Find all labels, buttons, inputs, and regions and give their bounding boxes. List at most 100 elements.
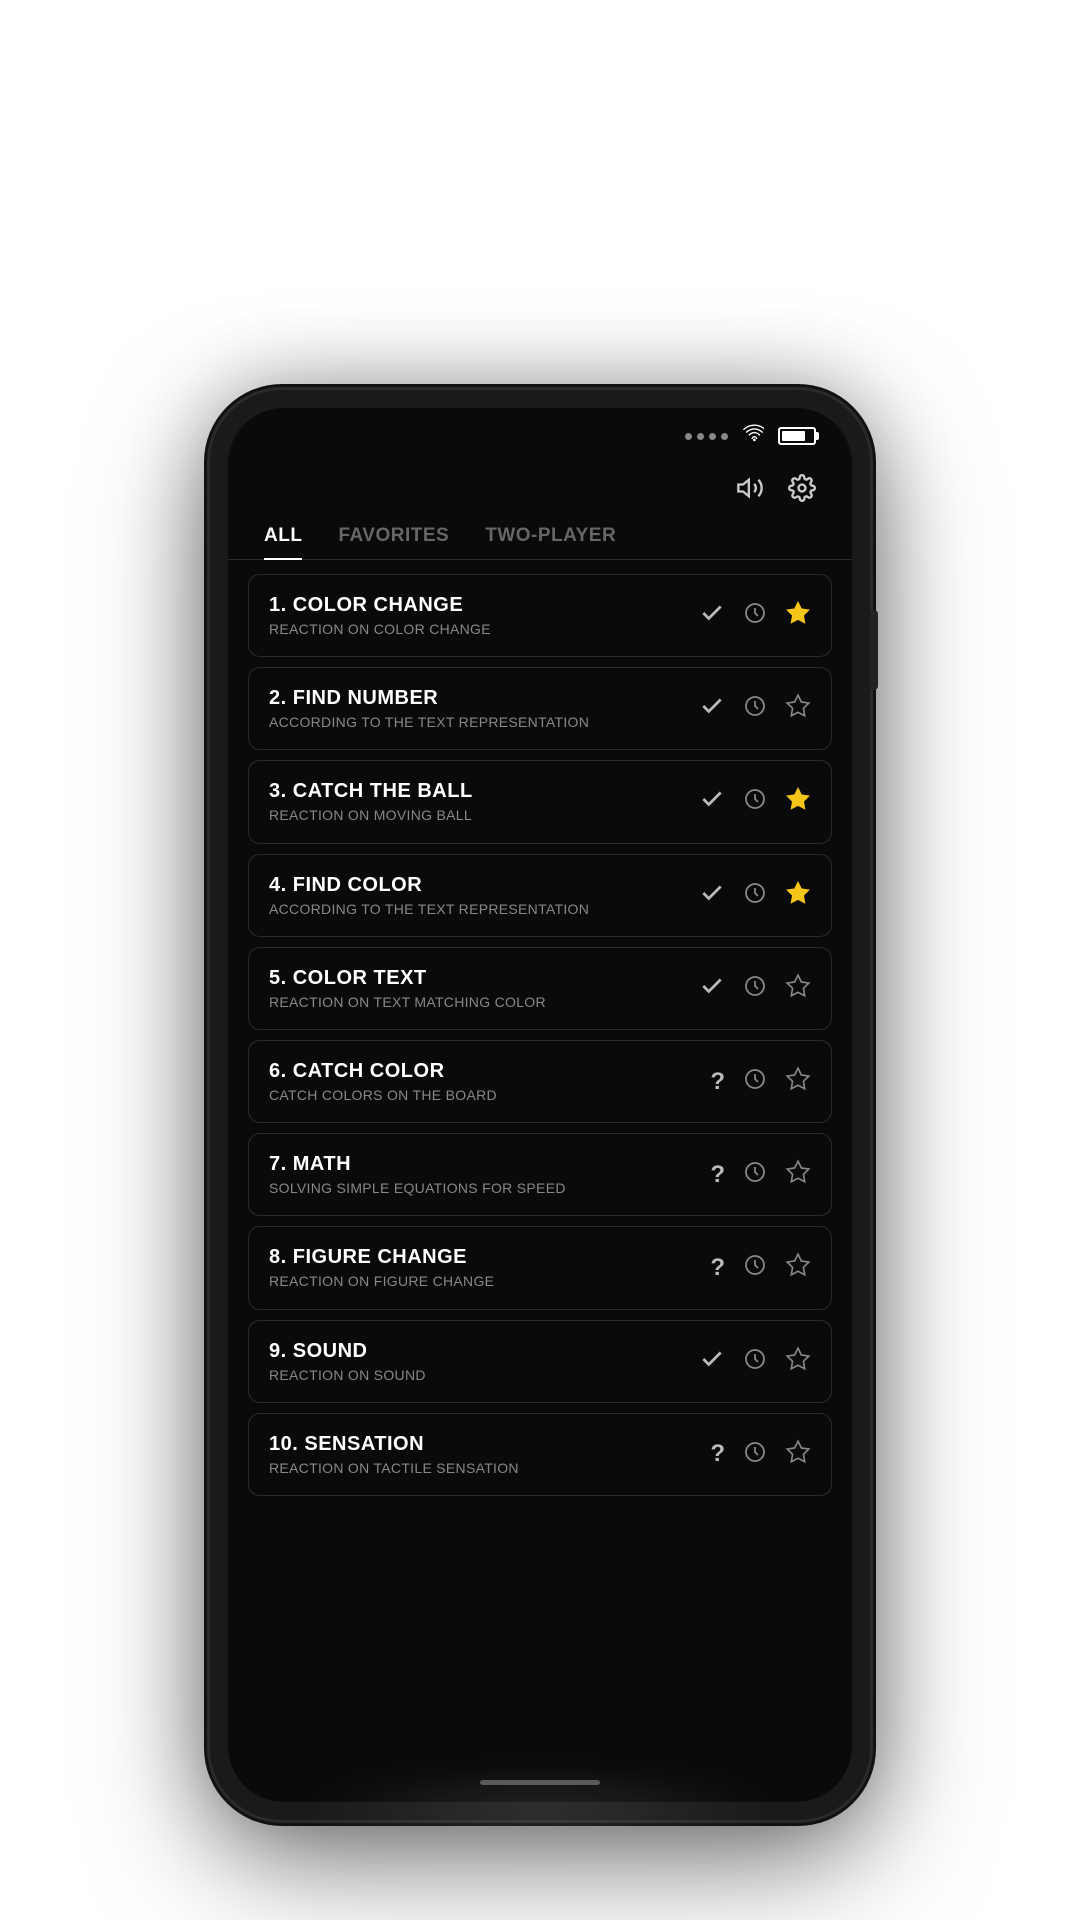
exercise-info-2: 2. FIND NUMBER ACCORDING TO THE TEXT REP…: [269, 686, 699, 731]
status-icon-4[interactable]: [699, 880, 725, 911]
phone-glow: [290, 1780, 790, 1840]
exercise-info-6: 6. CATCH COLOR CATCH COLORS ON THE BOARD: [269, 1059, 710, 1104]
exercise-item-5[interactable]: 5. COLOR TEXT REACTION ON TEXT MATCHING …: [248, 947, 832, 1030]
exercise-name-6: 6. CATCH COLOR: [269, 1059, 710, 1083]
exercise-name-7: 7. MATH: [269, 1152, 710, 1176]
sound-icon[interactable]: [736, 474, 764, 509]
favorite-icon-6[interactable]: [785, 1066, 811, 1097]
exercise-item-6[interactable]: 6. CATCH COLOR CATCH COLORS ON THE BOARD…: [248, 1040, 832, 1123]
exercise-info-4: 4. FIND COLOR ACCORDING TO THE TEXT REPR…: [269, 873, 699, 918]
exercise-item-10[interactable]: 10. SENSATION REACTION ON TACTILE SENSAT…: [248, 1413, 832, 1496]
status-icon-5[interactable]: [699, 973, 725, 1004]
exercise-desc-1: REACTION ON COLOR CHANGE: [269, 620, 699, 638]
exercise-actions-1: [699, 600, 811, 631]
status-icon-8[interactable]: ?: [710, 1254, 725, 1282]
exercise-name-9: 9. SOUND: [269, 1339, 699, 1363]
exercise-info-3: 3. CATCH THE BALL REACTION ON MOVING BAL…: [269, 779, 699, 824]
exercise-desc-8: REACTION ON FIGURE CHANGE: [269, 1272, 710, 1290]
phone-shell: ALL FAVORITES TWO-PLAYER 1. COLOR CHANGE…: [210, 390, 870, 1820]
tabs-bar: ALL FAVORITES TWO-PLAYER: [228, 519, 852, 560]
wifi-icon: [742, 422, 764, 450]
phone-screen: ALL FAVORITES TWO-PLAYER 1. COLOR CHANGE…: [228, 408, 852, 1802]
exercise-actions-9: [699, 1346, 811, 1377]
tab-two-player[interactable]: TWO-PLAYER: [485, 525, 616, 559]
exercise-actions-4: [699, 880, 811, 911]
exercise-desc-2: ACCORDING TO THE TEXT REPRESENTATION: [269, 713, 699, 731]
status-icon-7[interactable]: ?: [710, 1161, 725, 1189]
status-icon-3[interactable]: [699, 786, 725, 817]
exercise-actions-6: ?: [710, 1066, 811, 1097]
signal-dots: [685, 433, 728, 440]
dot2: [697, 433, 704, 440]
exercise-actions-7: ?: [710, 1159, 811, 1190]
battery-icon: [778, 427, 816, 445]
favorite-icon-1[interactable]: [785, 600, 811, 631]
favorite-icon-8[interactable]: [785, 1252, 811, 1283]
app-header: [228, 454, 852, 519]
history-icon-6[interactable]: [743, 1067, 767, 1096]
history-icon-4[interactable]: [743, 881, 767, 910]
exercise-desc-6: CATCH COLORS ON THE BOARD: [269, 1086, 710, 1104]
battery-fill: [782, 431, 805, 441]
history-icon-2[interactable]: [743, 694, 767, 723]
exercise-item-1[interactable]: 1. COLOR CHANGE REACTION ON COLOR CHANGE: [248, 574, 832, 657]
dot1: [685, 433, 692, 440]
settings-icon[interactable]: [788, 474, 816, 509]
exercise-item-8[interactable]: 8. FIGURE CHANGE REACTION ON FIGURE CHAN…: [248, 1226, 832, 1309]
exercise-info-9: 9. SOUND REACTION ON SOUND: [269, 1339, 699, 1384]
exercise-name-4: 4. FIND COLOR: [269, 873, 699, 897]
dot3: [709, 433, 716, 440]
exercise-info-10: 10. SENSATION REACTION ON TACTILE SENSAT…: [269, 1432, 710, 1477]
exercise-item-3[interactable]: 3. CATCH THE BALL REACTION ON MOVING BAL…: [248, 760, 832, 843]
exercise-desc-3: REACTION ON MOVING BALL: [269, 806, 699, 824]
history-icon-10[interactable]: [743, 1440, 767, 1469]
history-icon-8[interactable]: [743, 1253, 767, 1282]
status-icon-2[interactable]: [699, 693, 725, 724]
exercise-actions-8: ?: [710, 1252, 811, 1283]
exercise-info-1: 1. COLOR CHANGE REACTION ON COLOR CHANGE: [269, 593, 699, 638]
history-icon-3[interactable]: [743, 787, 767, 816]
exercise-actions-5: [699, 973, 811, 1004]
exercise-list: 1. COLOR CHANGE REACTION ON COLOR CHANGE…: [228, 566, 852, 1762]
favorite-icon-5[interactable]: [785, 973, 811, 1004]
header-icons: [736, 474, 816, 509]
favorite-icon-9[interactable]: [785, 1346, 811, 1377]
exercise-actions-3: [699, 786, 811, 817]
tab-all[interactable]: ALL: [264, 525, 302, 559]
exercise-name-5: 5. COLOR TEXT: [269, 966, 699, 990]
history-icon-1[interactable]: [743, 601, 767, 630]
favorite-icon-10[interactable]: [785, 1439, 811, 1470]
favorite-icon-7[interactable]: [785, 1159, 811, 1190]
exercise-desc-10: REACTION ON TACTILE SENSATION: [269, 1459, 710, 1477]
exercise-info-5: 5. COLOR TEXT REACTION ON TEXT MATCHING …: [269, 966, 699, 1011]
exercise-item-2[interactable]: 2. FIND NUMBER ACCORDING TO THE TEXT REP…: [248, 667, 832, 750]
history-icon-5[interactable]: [743, 974, 767, 1003]
history-icon-9[interactable]: [743, 1347, 767, 1376]
exercise-item-4[interactable]: 4. FIND COLOR ACCORDING TO THE TEXT REPR…: [248, 854, 832, 937]
favorite-icon-4[interactable]: [785, 880, 811, 911]
exercise-info-7: 7. MATH SOLVING SIMPLE EQUATIONS FOR SPE…: [269, 1152, 710, 1197]
exercise-info-8: 8. FIGURE CHANGE REACTION ON FIGURE CHAN…: [269, 1245, 710, 1290]
exercise-name-8: 8. FIGURE CHANGE: [269, 1245, 710, 1269]
exercise-actions-2: [699, 693, 811, 724]
exercise-desc-4: ACCORDING TO THE TEXT REPRESENTATION: [269, 900, 699, 918]
favorite-icon-3[interactable]: [785, 786, 811, 817]
exercise-name-10: 10. SENSATION: [269, 1432, 710, 1456]
favorite-icon-2[interactable]: [785, 693, 811, 724]
exercise-item-7[interactable]: 7. MATH SOLVING SIMPLE EQUATIONS FOR SPE…: [248, 1133, 832, 1216]
exercise-name-1: 1. COLOR CHANGE: [269, 593, 699, 617]
status-icon-6[interactable]: ?: [710, 1068, 725, 1096]
status-icon-10[interactable]: ?: [710, 1440, 725, 1468]
phone-mockup: ALL FAVORITES TWO-PLAYER 1. COLOR CHANGE…: [210, 390, 870, 1820]
exercise-actions-10: ?: [710, 1439, 811, 1470]
history-icon-7[interactable]: [743, 1160, 767, 1189]
exercise-desc-9: REACTION ON SOUND: [269, 1366, 699, 1384]
tab-favorites[interactable]: FAVORITES: [338, 525, 449, 559]
exercise-desc-7: SOLVING SIMPLE EQUATIONS FOR SPEED: [269, 1179, 710, 1197]
status-icon-1[interactable]: [699, 600, 725, 631]
exercise-item-9[interactable]: 9. SOUND REACTION ON SOUND: [248, 1320, 832, 1403]
status-icon-9[interactable]: [699, 1346, 725, 1377]
exercise-name-3: 3. CATCH THE BALL: [269, 779, 699, 803]
exercise-name-2: 2. FIND NUMBER: [269, 686, 699, 710]
exercise-desc-5: REACTION ON TEXT MATCHING COLOR: [269, 993, 699, 1011]
